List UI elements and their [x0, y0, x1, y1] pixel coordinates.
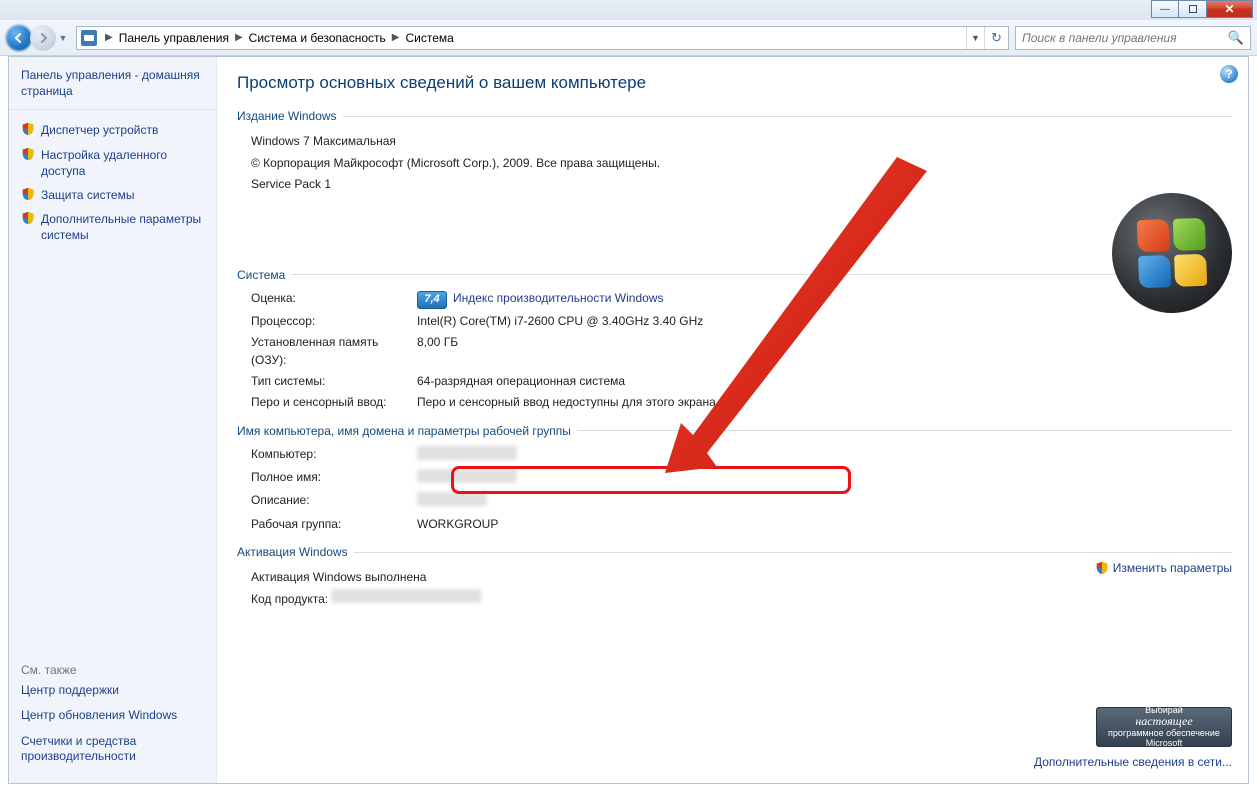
- value-computer-blurred: [417, 446, 517, 460]
- label-cpu: Процессор:: [251, 313, 417, 330]
- label-fullname: Полное имя:: [251, 469, 417, 486]
- value-cpu: Intel(R) Core(TM) i7-2600 CPU @ 3.40GHz …: [417, 313, 703, 330]
- nav-history-dropdown[interactable]: ▼: [56, 25, 70, 51]
- sidebar-separator: [9, 109, 216, 110]
- label-system-type: Тип системы:: [251, 373, 417, 390]
- shield-icon: [21, 187, 35, 201]
- sidebar-link-label: Диспетчер устройств: [41, 122, 158, 138]
- value-pen-touch: Перо и сенсорный ввод недоступны для это…: [417, 394, 716, 411]
- value-product-id-blurred: [331, 589, 481, 603]
- sidebar-link-label: Настройка удаленного доступа: [41, 147, 208, 179]
- shield-icon: [21, 122, 35, 136]
- address-bar[interactable]: ▶ Панель управления ▶ Система и безопасн…: [76, 26, 1009, 50]
- label-ram: Установленная память (ОЗУ):: [251, 334, 417, 369]
- breadcrumb-sep-icon: ▶: [231, 32, 247, 43]
- sidebar-link-remote-settings[interactable]: Настройка удаленного доступа: [21, 147, 208, 179]
- breadcrumb-sep-icon: ▶: [388, 32, 404, 43]
- window-maximize-button[interactable]: [1179, 0, 1207, 18]
- sidebar-link-label: Защита системы: [41, 187, 134, 203]
- value-workgroup: WORKGROUP: [417, 516, 498, 533]
- nav-forward-button[interactable]: [30, 25, 56, 51]
- breadcrumb-system[interactable]: Система: [403, 31, 455, 45]
- change-settings-link[interactable]: Изменить параметры: [1095, 561, 1232, 577]
- label-workgroup: Рабочая группа:: [251, 516, 417, 533]
- windows-edition: Windows 7 Максимальная: [251, 131, 1232, 153]
- refresh-button[interactable]: ↻: [984, 27, 1008, 49]
- window-minimize-button[interactable]: —: [1151, 0, 1179, 18]
- change-settings-label: Изменить параметры: [1113, 561, 1232, 577]
- group-header-name: Имя компьютера, имя домена и параметры р…: [237, 424, 571, 438]
- sidebar-link-system-protection[interactable]: Защита системы: [21, 187, 208, 203]
- see-also-header: См. также: [21, 663, 208, 677]
- genuine-microsoft-badge[interactable]: Выбирай настоящее программное обеспечени…: [1096, 707, 1232, 747]
- sidebar-link-advanced-settings[interactable]: Дополнительные параметры системы: [21, 211, 208, 243]
- sidebar: Панель управления - домашняя страница Ди…: [9, 57, 217, 783]
- breadcrumb-control-panel[interactable]: Панель управления: [117, 31, 231, 45]
- search-input[interactable]: [1022, 31, 1228, 45]
- value-description-blurred: [417, 492, 487, 506]
- label-description: Описание:: [251, 492, 417, 509]
- sidebar-home-link[interactable]: Панель управления - домашняя страница: [21, 67, 208, 99]
- search-box[interactable]: 🔍: [1015, 26, 1251, 50]
- copyright-text: © Корпорация Майкрософт (Microsoft Corp.…: [251, 153, 1232, 175]
- control-panel-icon: [81, 30, 97, 46]
- nav-back-button[interactable]: [6, 25, 32, 51]
- window-titlebar: — ✕: [0, 0, 1257, 20]
- see-also-action-center[interactable]: Центр поддержки: [21, 683, 208, 699]
- sidebar-link-device-manager[interactable]: Диспетчер устройств: [21, 122, 208, 138]
- window-close-button[interactable]: ✕: [1207, 0, 1253, 18]
- content-pane: ? Просмотр основных сведений о вашем ком…: [217, 57, 1248, 783]
- perf-index-link[interactable]: Индекс производительности Windows: [453, 291, 663, 305]
- label-pen-touch: Перо и сенсорный ввод:: [251, 394, 417, 411]
- value-fullname-blurred: [417, 469, 517, 483]
- label-computer: Компьютер:: [251, 446, 417, 463]
- address-dropdown-button[interactable]: ▼: [966, 27, 984, 49]
- group-header-activation: Активация Windows: [237, 545, 348, 559]
- shield-icon: [21, 211, 35, 225]
- see-also-windows-update[interactable]: Центр обновления Windows: [21, 708, 208, 724]
- shield-icon: [21, 147, 35, 161]
- breadcrumb-system-security[interactable]: Система и безопасность: [247, 31, 388, 45]
- more-info-online-link[interactable]: Дополнительные сведения в сети...: [1034, 755, 1232, 769]
- rating-badge: 7,4: [417, 291, 447, 309]
- shield-icon: [1095, 561, 1109, 575]
- search-icon[interactable]: 🔍: [1228, 30, 1244, 46]
- breadcrumb-sep-icon: ▶: [101, 32, 117, 43]
- see-also-perf-tools[interactable]: Счетчики и средства производительности: [21, 734, 208, 765]
- sidebar-link-label: Дополнительные параметры системы: [41, 211, 208, 243]
- group-header-edition: Издание Windows: [237, 109, 337, 123]
- value-system-type: 64-разрядная операционная система: [417, 373, 625, 390]
- label-rating: Оценка:: [251, 290, 417, 307]
- group-header-system: Система: [237, 268, 285, 282]
- activation-status: Активация Windows выполнена: [251, 567, 1232, 589]
- navigation-bar: ▼ ▶ Панель управления ▶ Система и безопа…: [0, 20, 1257, 56]
- help-icon[interactable]: ?: [1220, 65, 1238, 83]
- value-ram: 8,00 ГБ: [417, 334, 458, 351]
- page-title: Просмотр основных сведений о вашем компь…: [237, 73, 1232, 93]
- service-pack: Service Pack 1: [251, 174, 1232, 196]
- label-product-id: Код продукта:: [251, 592, 328, 606]
